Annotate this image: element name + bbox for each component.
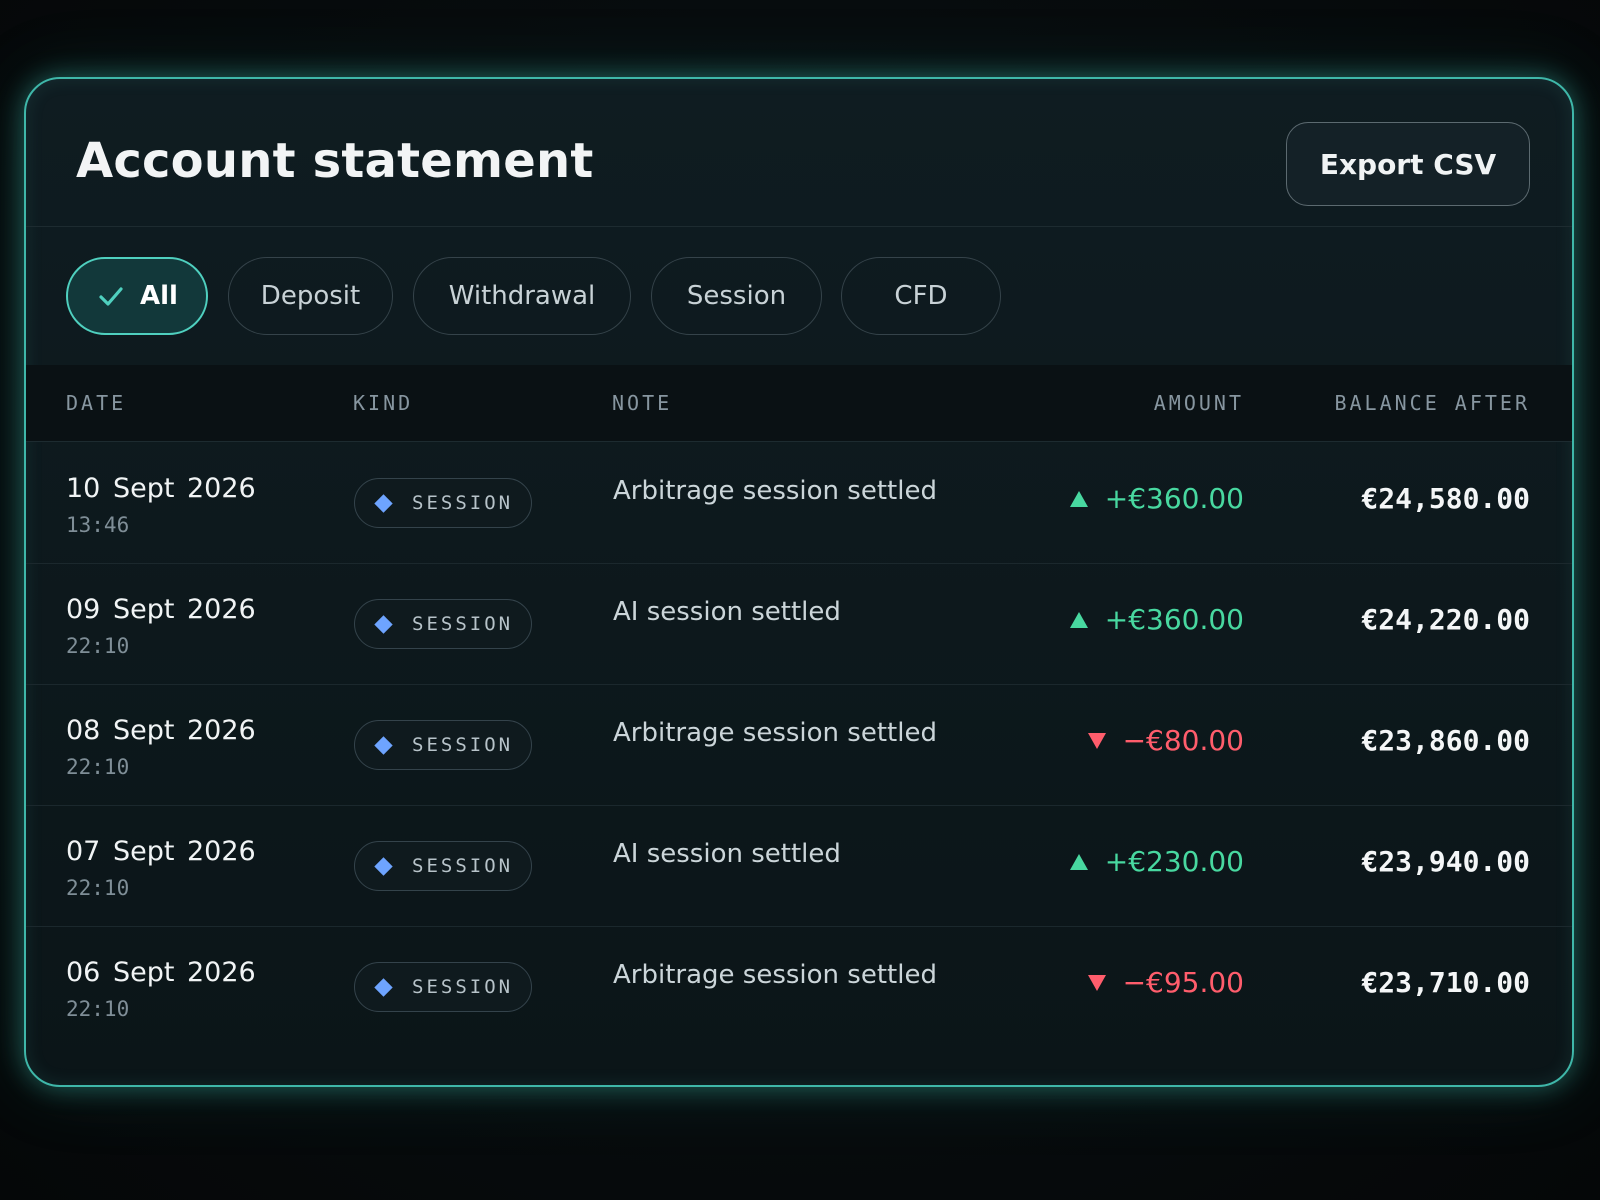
row-amount: +€360.00 — [1069, 482, 1244, 516]
column-header-kind[interactable]: KIND — [353, 391, 413, 415]
row-time: 22:10 — [66, 997, 130, 1021]
row-balance: €24,220.00 — [1361, 603, 1530, 636]
check-icon — [99, 287, 123, 306]
filter-chip-all[interactable]: All — [66, 257, 208, 335]
row-amount: −€95.00 — [1087, 966, 1244, 1000]
row-time: 22:10 — [66, 876, 130, 900]
amount-value: +€230.00 — [1104, 845, 1244, 878]
row-balance: €23,710.00 — [1361, 966, 1530, 999]
column-header-balance[interactable]: BALANCE AFTER — [1334, 391, 1530, 415]
filter-chip-label: CFD — [894, 281, 948, 311]
table-row[interactable]: 09 Sept 2026 22:10 SESSION AI session se… — [26, 563, 1572, 685]
diamond-icon — [374, 735, 393, 755]
amount-value: +€360.00 — [1104, 482, 1244, 515]
kind-label: SESSION — [412, 855, 514, 877]
kind-badge: SESSION — [354, 478, 532, 528]
row-date: 06 Sept 2026 — [66, 957, 256, 988]
diamond-icon — [374, 856, 393, 876]
filter-chip-cfd[interactable]: CFD — [841, 257, 1001, 335]
table-row[interactable]: 08 Sept 2026 22:10 SESSION Arbitrage ses… — [26, 684, 1572, 806]
export-csv-button[interactable]: Export CSV — [1286, 122, 1530, 206]
row-date: 10 Sept 2026 — [66, 473, 256, 504]
kind-badge: SESSION — [354, 720, 532, 770]
kind-label: SESSION — [412, 613, 514, 635]
diamond-icon — [374, 977, 393, 997]
row-amount: +€360.00 — [1069, 603, 1244, 637]
card-header: Account statement Export CSV — [26, 79, 1572, 227]
amount-value: −€80.00 — [1122, 724, 1244, 757]
row-amount: −€80.00 — [1087, 724, 1244, 758]
row-note: Arbitrage session settled — [613, 718, 937, 748]
row-amount: +€230.00 — [1069, 845, 1244, 879]
table-row[interactable]: 07 Sept 2026 22:10 SESSION AI session se… — [26, 805, 1572, 927]
triangle-down-icon — [1087, 975, 1106, 991]
filter-chip-label: Session — [686, 281, 787, 311]
kind-badge: SESSION — [354, 599, 532, 649]
filter-chip-label: Deposit — [260, 281, 361, 311]
triangle-up-icon — [1069, 854, 1088, 870]
row-time: 22:10 — [66, 634, 130, 658]
row-date: 07 Sept 2026 — [66, 836, 256, 867]
table-row[interactable]: 10 Sept 2026 13:46 SESSION Arbitrage ses… — [26, 442, 1572, 564]
amount-value: −€95.00 — [1122, 966, 1244, 999]
row-time: 13:46 — [66, 513, 130, 537]
diamond-icon — [374, 493, 393, 513]
column-header-note[interactable]: NOTE — [612, 391, 672, 415]
row-note: Arbitrage session settled — [613, 476, 937, 506]
row-note: AI session settled — [613, 839, 841, 869]
row-balance: €24,580.00 — [1361, 482, 1530, 515]
row-date: 08 Sept 2026 — [66, 715, 256, 746]
triangle-down-icon — [1087, 733, 1106, 749]
filter-chip-label: Withdrawal — [448, 281, 596, 311]
row-note: AI session settled — [613, 597, 841, 627]
row-date: 09 Sept 2026 — [66, 594, 256, 625]
kind-label: SESSION — [412, 734, 514, 756]
diamond-icon — [374, 614, 393, 634]
row-time: 22:10 — [66, 755, 130, 779]
page-title: Account statement — [76, 133, 594, 189]
triangle-up-icon — [1069, 612, 1088, 628]
kind-badge: SESSION — [354, 841, 532, 891]
row-note: Arbitrage session settled — [613, 960, 937, 990]
column-header-amount[interactable]: AMOUNT — [1154, 391, 1244, 415]
filter-chip-withdrawal[interactable]: Withdrawal — [413, 257, 631, 335]
table-header: DATE KIND NOTE AMOUNT BALANCE AFTER — [26, 365, 1572, 442]
statement-card: Account statement Export CSV All Deposit… — [24, 77, 1574, 1087]
triangle-up-icon — [1069, 491, 1088, 507]
row-balance: €23,940.00 — [1361, 845, 1530, 878]
kind-badge: SESSION — [354, 962, 532, 1012]
filter-bar: All Deposit Withdrawal Session CFD — [26, 226, 1572, 366]
filter-chip-label: All — [140, 281, 178, 311]
filter-chip-deposit[interactable]: Deposit — [228, 257, 393, 335]
table-row[interactable]: 06 Sept 2026 22:10 SESSION Arbitrage ses… — [26, 926, 1572, 1047]
column-header-date[interactable]: DATE — [66, 391, 126, 415]
kind-label: SESSION — [412, 492, 514, 514]
kind-label: SESSION — [412, 976, 514, 998]
row-balance: €23,860.00 — [1361, 724, 1530, 757]
amount-value: +€360.00 — [1104, 603, 1244, 636]
filter-chip-session[interactable]: Session — [651, 257, 822, 335]
